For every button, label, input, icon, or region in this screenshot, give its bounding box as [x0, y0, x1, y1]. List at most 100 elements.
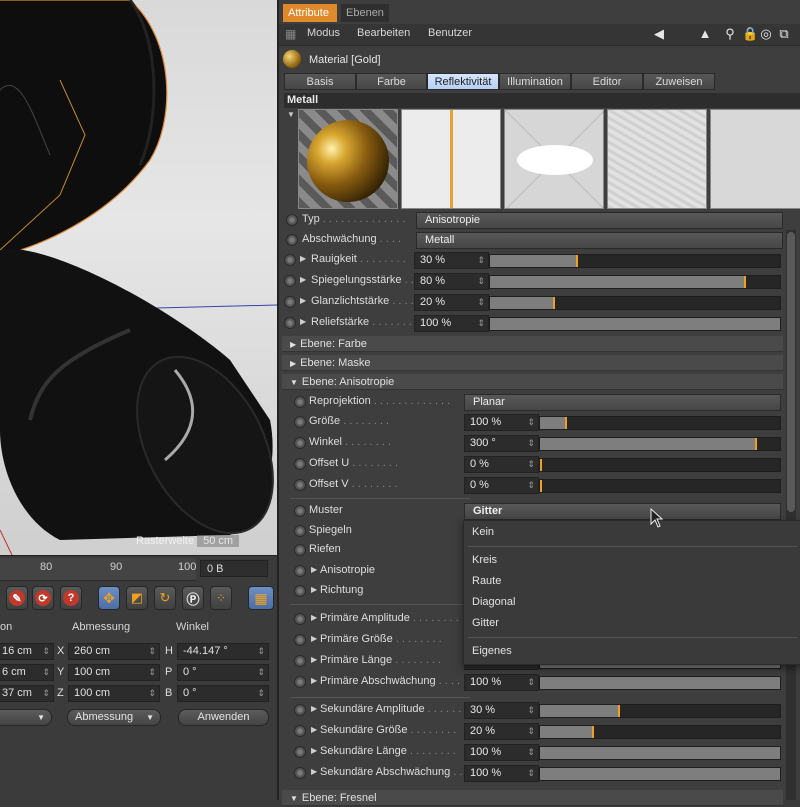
animate-radio[interactable] [286, 234, 298, 246]
expand-arrow-icon[interactable]: ▶ [311, 725, 317, 734]
size-mode-dropdown[interactable]: Abmessung ▼ [67, 709, 161, 726]
expand-arrow-icon[interactable]: ▶ [311, 585, 317, 594]
help-button[interactable]: ? [60, 586, 82, 610]
value-slider[interactable] [539, 479, 781, 493]
menu-item-gitter[interactable]: Gitter [472, 617, 499, 629]
value-slider[interactable] [489, 254, 781, 268]
apply-button[interactable]: Anwenden [178, 709, 269, 726]
animate-radio[interactable] [284, 254, 296, 266]
rot-h-field[interactable]: -44.147 ° [177, 643, 269, 660]
expand-arrow-icon[interactable]: ▶ [311, 613, 317, 622]
abschwaechung-dropdown[interactable]: Metall [416, 232, 783, 249]
value-field[interactable]: 100 % [464, 765, 539, 782]
slider-knob[interactable] [576, 255, 578, 267]
group-ebene-maske[interactable]: ▶ Ebene: Maske [282, 355, 783, 371]
tab-basis[interactable]: Basis [284, 73, 356, 90]
sphere-preview-thumb[interactable] [298, 109, 398, 209]
value-field[interactable]: 80 % [414, 273, 489, 290]
slider-knob[interactable] [618, 705, 621, 717]
tab-illumination[interactable]: Illumination [499, 73, 571, 90]
animate-radio[interactable] [294, 585, 306, 597]
search-icon[interactable]: ⚲ [722, 26, 738, 42]
point-grid-button[interactable]: ⁘ [210, 586, 232, 610]
slider-knob[interactable] [744, 276, 747, 288]
slider-knob[interactable] [552, 297, 555, 309]
line-preview-thumb[interactable] [401, 109, 501, 209]
expand-arrow-icon[interactable]: ▶ [311, 746, 317, 755]
cursor-arrow-icon[interactable]: ▲ [697, 26, 713, 42]
animate-radio[interactable] [284, 296, 296, 308]
animate-radio[interactable] [294, 479, 306, 491]
size-y-field[interactable]: 100 cm [68, 664, 160, 681]
tab-zuweisen[interactable]: Zuweisen [643, 73, 715, 90]
move-tool-button[interactable]: ✥ [98, 586, 120, 610]
group-ebene-fresnel[interactable]: ▼ Ebene: Fresnel [282, 790, 783, 806]
parameter-button[interactable]: Ⓟ [182, 586, 204, 610]
expand-arrow-icon[interactable]: ▶ [311, 704, 317, 713]
back-arrow-icon[interactable]: ◀ [651, 26, 667, 42]
animate-radio[interactable] [294, 634, 306, 646]
target-icon[interactable]: ◎ [758, 26, 774, 42]
value-slider[interactable] [539, 416, 781, 430]
animate-radio[interactable] [294, 505, 306, 517]
param-dropdown[interactable]: Planar [464, 394, 781, 411]
size-x-field[interactable]: 260 cm [68, 643, 160, 660]
tab-attribute[interactable]: Attribute [283, 4, 337, 22]
size-z-field[interactable]: 100 cm [68, 685, 160, 702]
noise-preview-thumb[interactable] [607, 109, 707, 209]
animate-radio[interactable] [294, 704, 306, 716]
value-slider[interactable] [489, 275, 781, 289]
value-slider[interactable] [539, 676, 781, 690]
slider-knob[interactable] [540, 480, 542, 492]
value-field[interactable]: 20 % [414, 294, 489, 311]
lock-icon[interactable]: 🔒 [742, 26, 758, 42]
value-slider[interactable] [539, 437, 781, 451]
animate-radio[interactable] [286, 214, 298, 226]
expand-arrow-icon[interactable]: ▶ [300, 317, 306, 326]
expand-arrow-icon[interactable]: ▶ [300, 275, 306, 284]
value-field[interactable]: 100 % [464, 744, 539, 761]
group-ebene-anisotropie[interactable]: ▼ Ebene: Anisotropie [282, 374, 783, 390]
value-slider[interactable] [489, 296, 781, 310]
blank-preview-thumb[interactable] [710, 109, 800, 209]
animate-radio[interactable] [294, 458, 306, 470]
object-mode-dropdown[interactable]: ▼ [0, 709, 52, 726]
viewport-3d[interactable]: Rasterweite 50 cm [0, 0, 277, 555]
pos-x-field[interactable]: 16 cm [0, 643, 54, 660]
autokey-button[interactable]: ⟳ [32, 586, 54, 610]
value-field[interactable]: 300 ° [464, 435, 539, 452]
tab-ebenen[interactable]: Ebenen [341, 4, 389, 22]
menu-item-kein[interactable]: Kein [472, 526, 494, 538]
animate-radio[interactable] [294, 525, 306, 537]
collapse-arrow-icon[interactable]: ▼ [287, 110, 295, 119]
timeline-ruler[interactable]: 80 90 100 [0, 558, 196, 581]
expand-arrow-icon[interactable]: ▶ [311, 655, 317, 664]
value-field[interactable]: 30 % [414, 252, 489, 269]
pos-y-field[interactable]: 6 cm [0, 664, 54, 681]
rot-b-field[interactable]: 0 ° [177, 685, 269, 702]
animate-radio[interactable] [294, 544, 306, 556]
value-slider[interactable] [539, 725, 781, 739]
expand-arrow-icon[interactable]: ▶ [311, 676, 317, 685]
menu-benutzer[interactable]: Benutzer [428, 27, 472, 39]
frame-field[interactable]: 0 B [200, 560, 268, 577]
animate-radio[interactable] [294, 437, 306, 449]
value-slider[interactable] [489, 317, 781, 331]
expand-arrow-icon[interactable]: ▶ [300, 254, 306, 263]
animate-radio[interactable] [294, 725, 306, 737]
value-slider[interactable] [539, 704, 781, 718]
scale-tool-button[interactable]: ◩ [126, 586, 148, 610]
animate-radio[interactable] [284, 275, 296, 287]
value-field[interactable]: 100 % [464, 414, 539, 431]
menu-bearbeiten[interactable]: Bearbeiten [357, 27, 410, 39]
menu-modus[interactable]: Modus [307, 27, 340, 39]
animate-radio[interactable] [294, 396, 306, 408]
muster-dropdown[interactable]: Gitter [464, 503, 781, 520]
animate-radio[interactable] [294, 655, 306, 667]
menu-item-diagonal[interactable]: Diagonal [472, 596, 515, 608]
animate-radio[interactable] [294, 613, 306, 625]
menu-item-raute[interactable]: Raute [472, 575, 501, 587]
value-field[interactable]: 100 % [414, 315, 489, 332]
expand-arrow-icon[interactable]: ▶ [311, 767, 317, 776]
value-slider[interactable] [539, 746, 781, 760]
